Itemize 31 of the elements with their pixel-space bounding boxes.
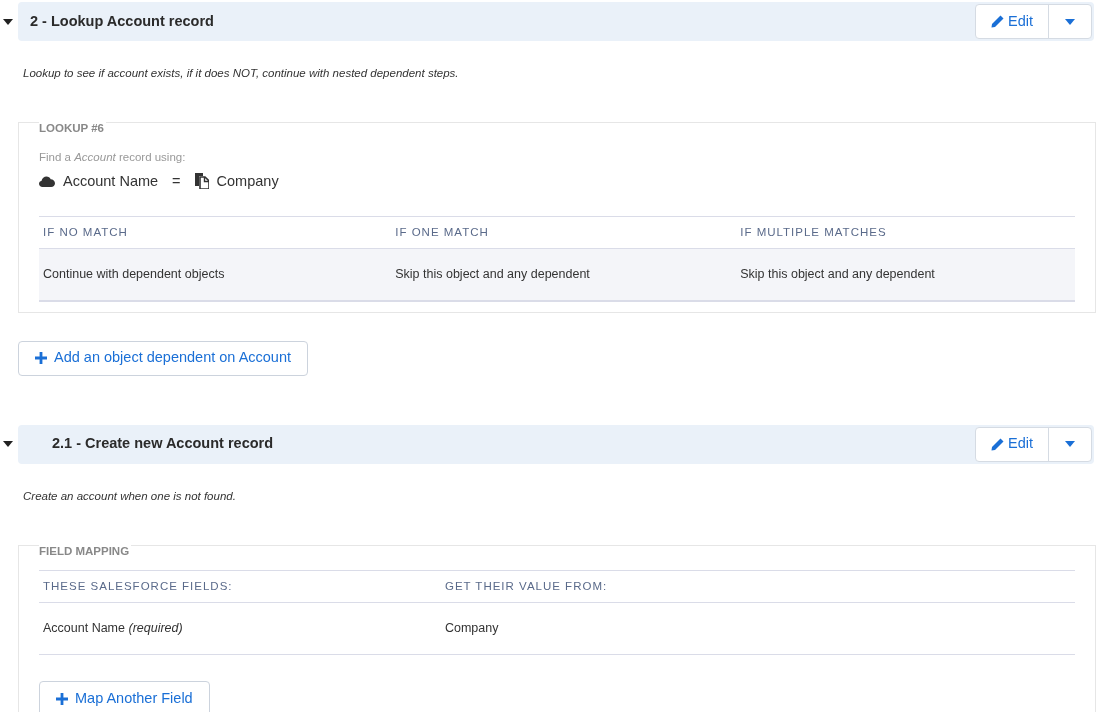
caret-down-icon	[3, 441, 13, 448]
plus-icon	[56, 692, 68, 705]
plus-icon	[35, 352, 47, 365]
step-description: Lookup to see if account exists, if it does NOT, continue with nested dependent steps.	[23, 66, 460, 81]
operator: =	[171, 171, 182, 191]
table-cell: Skip this object and any dependent	[736, 248, 1075, 301]
column-header: THESE SALESFORCE FIELDS:	[39, 570, 441, 603]
table-cell: Skip this object and any dependent	[391, 248, 737, 301]
add-button[interactable]: Map Another Field	[39, 681, 210, 712]
caret-down-icon	[3, 18, 13, 25]
step-title: 2.1 - Create new Account record	[51, 434, 274, 454]
step-title: 2 - Lookup Account record	[30, 11, 214, 31]
field-name: Account Name	[63, 171, 159, 191]
field-value: Company	[216, 171, 279, 191]
table-cell: Account Name (required)	[39, 602, 441, 655]
column-header: IF MULTIPLE MATCHES	[736, 216, 1075, 249]
cloud-icon	[39, 175, 55, 187]
table-cell: Continue with dependent objects	[39, 248, 392, 301]
pencil-icon	[991, 437, 1004, 451]
pencil-icon	[991, 15, 1004, 28]
column-header: GET THEIR VALUE FROM:	[440, 570, 1075, 603]
document-icon	[194, 173, 209, 190]
section-legend: FIELD MAPPING	[39, 544, 132, 558]
add-button[interactable]: Add an object dependent on Account	[18, 340, 309, 376]
step-description: Create an account when one is not found.	[23, 488, 237, 504]
find-instruction: Find a Account record using:	[39, 150, 187, 166]
column-header: IF NO MATCH	[39, 216, 392, 249]
caret-down-icon	[1065, 18, 1075, 25]
caret-down-icon	[1065, 441, 1075, 448]
table-cell: Company	[440, 602, 1075, 655]
column-header: IF ONE MATCH	[391, 216, 737, 249]
